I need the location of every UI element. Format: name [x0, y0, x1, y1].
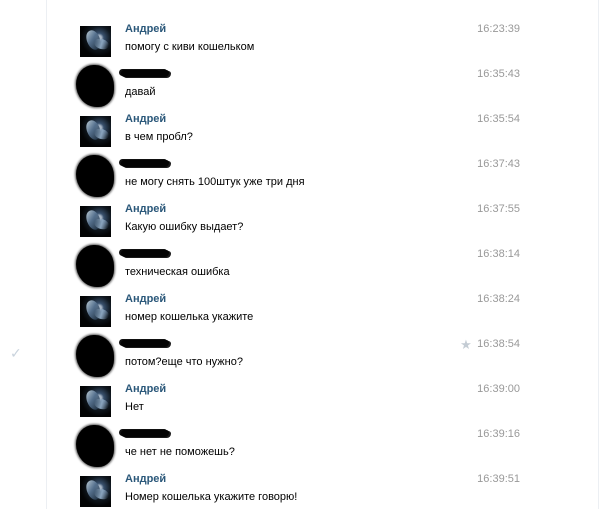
redacted-sender-name	[121, 430, 169, 437]
message-time: 16:38:14	[477, 248, 520, 260]
andrey-avatar[interactable]	[80, 296, 111, 327]
message-time: 16:35:43	[477, 68, 520, 80]
message-text: не могу снять 100штук уже три дня	[125, 176, 305, 188]
message-text: Номер кошелька укажите говорю!	[125, 491, 298, 503]
blurred-avatar[interactable]	[76, 155, 114, 197]
andrey-avatar[interactable]	[80, 476, 111, 507]
blurred-avatar[interactable]	[76, 65, 114, 107]
blurred-avatar[interactable]	[76, 335, 114, 377]
message-time: 16:23:39	[477, 23, 520, 35]
redacted-sender-name	[121, 70, 169, 77]
message-row[interactable]: 16:39:16 че нет не поможешь?	[0, 425, 598, 471]
message-text: помогу с киви кошельком	[125, 41, 255, 53]
message-text: че нет не поможешь?	[125, 446, 235, 458]
message-row[interactable]: 16:37:43 не могу снять 100штук уже три д…	[0, 155, 598, 201]
blurred-avatar[interactable]	[76, 425, 114, 467]
message-row[interactable]: ✓ ★ 16:38:54 потом?еще что нужно?	[0, 335, 598, 381]
sender-name[interactable]: Андрей	[125, 201, 166, 218]
message-time: 16:38:24	[477, 293, 520, 305]
message-row[interactable]: Андрей 16:38:24 номер кошелька укажите	[0, 291, 598, 336]
message-row[interactable]: Андрей 16:37:55 Какую ошибку выдает?	[0, 201, 598, 246]
message-row[interactable]: Андрей 16:23:39 помогу с киви кошельком	[0, 21, 598, 66]
message-time: 16:37:55	[477, 203, 520, 215]
blurred-avatar[interactable]	[76, 245, 114, 287]
message-row[interactable]: Андрей 16:39:51 Номер кошелька укажите г…	[0, 471, 598, 516]
andrey-avatar[interactable]	[80, 386, 111, 417]
message-row[interactable]: Андрей 16:39:00 Нет	[0, 381, 598, 426]
message-time: 16:39:16	[477, 428, 520, 440]
redacted-sender-name	[121, 160, 169, 167]
message-time: 16:37:43	[477, 158, 520, 170]
sender-name[interactable]: Андрей	[125, 21, 166, 38]
redacted-sender-name	[121, 340, 169, 347]
message-history: Андрей 16:23:39 помогу с киви кошельком …	[0, 0, 600, 509]
message-time: 16:35:54	[477, 113, 520, 125]
sender-name[interactable]: Андрей	[125, 291, 166, 308]
message-time: 16:39:51	[477, 473, 520, 485]
message-text: давай	[125, 86, 156, 98]
message-time: 16:38:54	[477, 338, 520, 350]
andrey-avatar[interactable]	[80, 206, 111, 237]
message-text: в чем пробл?	[125, 131, 193, 143]
sender-name[interactable]: Андрей	[125, 471, 166, 488]
andrey-avatar[interactable]	[80, 116, 111, 147]
message-text: номер кошелька укажите	[125, 311, 254, 323]
sender-name[interactable]: Андрей	[125, 381, 166, 398]
andrey-avatar[interactable]	[80, 26, 111, 57]
sender-name[interactable]: Андрей	[125, 111, 166, 128]
message-text: Нет	[125, 401, 144, 413]
message-row[interactable]: 16:35:43 давай	[0, 65, 598, 111]
check-icon: ✓	[10, 345, 22, 361]
redacted-sender-name	[121, 250, 169, 257]
message-time: 16:39:00	[477, 383, 520, 395]
message-row[interactable]: 16:38:14 техническая ошибка	[0, 245, 598, 291]
message-text: Какую ошибку выдает?	[125, 221, 244, 233]
message-row[interactable]: Андрей 16:35:54 в чем пробл?	[0, 111, 598, 156]
message-text: техническая ошибка	[125, 266, 230, 278]
message-text: потом?еще что нужно?	[125, 356, 243, 368]
